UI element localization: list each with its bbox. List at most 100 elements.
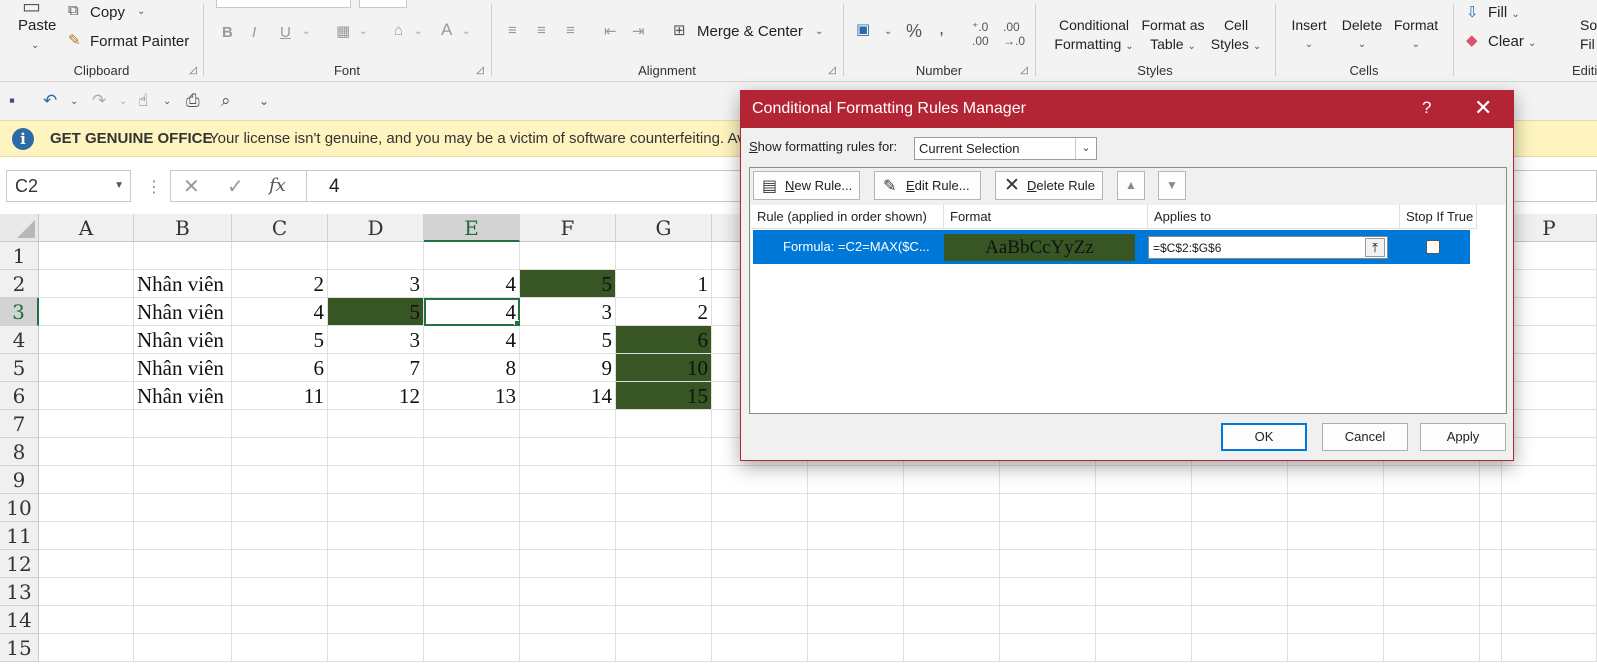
cell[interactable]	[808, 606, 904, 634]
new-rule-button[interactable]: ▤ New Rule...	[753, 171, 860, 200]
touch-mode-icon[interactable]: ☝	[138, 91, 148, 111]
cell[interactable]	[1096, 550, 1192, 578]
alignment-launcher-icon[interactable]: ◿	[828, 65, 836, 76]
decrease-decimal-icon[interactable]: .00 →.0	[1003, 20, 1025, 48]
cell[interactable]: 8	[424, 354, 520, 382]
cell[interactable]	[1384, 494, 1480, 522]
column-header-f[interactable]: F	[520, 214, 616, 242]
cell[interactable]	[232, 634, 328, 662]
cell[interactable]	[808, 494, 904, 522]
row-header-7[interactable]: 7	[0, 410, 39, 438]
cell[interactable]	[712, 634, 808, 662]
cell[interactable]	[134, 606, 232, 634]
ok-button[interactable]: OK	[1221, 423, 1307, 451]
column-header-c[interactable]: C	[232, 214, 328, 242]
cell[interactable]	[616, 494, 712, 522]
cell[interactable]	[1000, 466, 1096, 494]
cell[interactable]	[134, 634, 232, 662]
confirm-entry-icon[interactable]: ✓	[227, 174, 244, 199]
cell[interactable]	[134, 522, 232, 550]
cell[interactable]	[328, 466, 424, 494]
cell[interactable]	[904, 634, 1000, 662]
cell[interactable]	[39, 382, 134, 410]
cell[interactable]	[39, 550, 134, 578]
row-header-3[interactable]: 3	[0, 298, 39, 326]
copy-dropdown-icon[interactable]: ⌄	[137, 6, 145, 17]
column-header-p[interactable]: P	[1502, 214, 1597, 242]
cell[interactable]: 15	[616, 382, 712, 410]
cell[interactable]	[328, 550, 424, 578]
cell[interactable]	[1384, 550, 1480, 578]
cell[interactable]	[39, 494, 134, 522]
column-header-b[interactable]: B	[134, 214, 232, 242]
cell[interactable]: 9	[520, 354, 616, 382]
font-name-box[interactable]	[216, 0, 351, 8]
row-header-6[interactable]: 6	[0, 382, 39, 410]
cell[interactable]: 12	[328, 382, 424, 410]
align-center-icon[interactable]: ≡	[537, 22, 546, 39]
cell[interactable]	[39, 298, 134, 326]
cell[interactable]	[1384, 466, 1480, 494]
cell[interactable]	[134, 466, 232, 494]
cell[interactable]	[1480, 494, 1502, 522]
format-button[interactable]: Format ⌄	[1388, 16, 1444, 54]
cell[interactable]	[1384, 522, 1480, 550]
cell[interactable]: 3	[520, 298, 616, 326]
cell[interactable]	[712, 522, 808, 550]
currency-icon[interactable]: ▣	[856, 20, 870, 38]
cell[interactable]: Nhân viên	[134, 270, 232, 298]
cell[interactable]	[1096, 522, 1192, 550]
cell[interactable]	[1192, 606, 1288, 634]
cell[interactable]	[1384, 634, 1480, 662]
cell[interactable]	[616, 466, 712, 494]
cell[interactable]	[232, 242, 328, 270]
cell[interactable]: 5	[232, 326, 328, 354]
cell[interactable]	[520, 438, 616, 466]
redo-dropdown-icon[interactable]: ⌄	[119, 96, 127, 107]
cell[interactable]	[616, 242, 712, 270]
cell[interactable]	[424, 410, 520, 438]
cell[interactable]	[39, 410, 134, 438]
column-header-e[interactable]: E	[424, 214, 520, 242]
cell[interactable]	[328, 410, 424, 438]
customize-qat-icon[interactable]: ⌄	[259, 94, 269, 108]
cell[interactable]: 5	[520, 270, 616, 298]
cell[interactable]	[1096, 466, 1192, 494]
cell[interactable]	[520, 578, 616, 606]
cell[interactable]: 4	[424, 270, 520, 298]
cell[interactable]: 13	[424, 382, 520, 410]
cell[interactable]: 3	[328, 326, 424, 354]
cell[interactable]: 4	[232, 298, 328, 326]
cell[interactable]	[1502, 606, 1597, 634]
cell[interactable]	[1502, 578, 1597, 606]
cell[interactable]	[1502, 466, 1597, 494]
cell[interactable]	[1502, 382, 1597, 410]
borders-icon[interactable]: ▦	[336, 22, 350, 40]
cancel-entry-icon[interactable]: ✕	[183, 174, 200, 199]
row-header-13[interactable]: 13	[0, 578, 39, 606]
copy-button[interactable]: Copy	[90, 4, 125, 21]
cell[interactable]	[424, 438, 520, 466]
name-box-dropdown-icon[interactable]: ▼	[114, 180, 124, 191]
cell[interactable]	[1502, 270, 1597, 298]
borders-dropdown-icon[interactable]: ⌄	[359, 26, 367, 37]
cell[interactable]	[616, 550, 712, 578]
stop-if-true-checkbox[interactable]	[1426, 240, 1440, 254]
cell[interactable]	[1096, 606, 1192, 634]
row-header-4[interactable]: 4	[0, 326, 39, 354]
row-header-11[interactable]: 11	[0, 522, 39, 550]
cell[interactable]	[712, 550, 808, 578]
percent-icon[interactable]: %	[906, 21, 922, 42]
cell[interactable]	[1192, 550, 1288, 578]
cell[interactable]	[232, 606, 328, 634]
cell[interactable]	[1502, 550, 1597, 578]
cell[interactable]: 6	[616, 326, 712, 354]
cell[interactable]	[39, 326, 134, 354]
cell[interactable]	[1288, 606, 1384, 634]
row-header-9[interactable]: 9	[0, 466, 39, 494]
paste-button[interactable]: Paste	[18, 17, 56, 34]
cell[interactable]: 4	[424, 298, 520, 326]
font-color-icon[interactable]: A	[441, 20, 452, 40]
comma-icon[interactable]: ,	[939, 18, 944, 39]
font-color-dropdown-icon[interactable]: ⌄	[462, 26, 470, 37]
